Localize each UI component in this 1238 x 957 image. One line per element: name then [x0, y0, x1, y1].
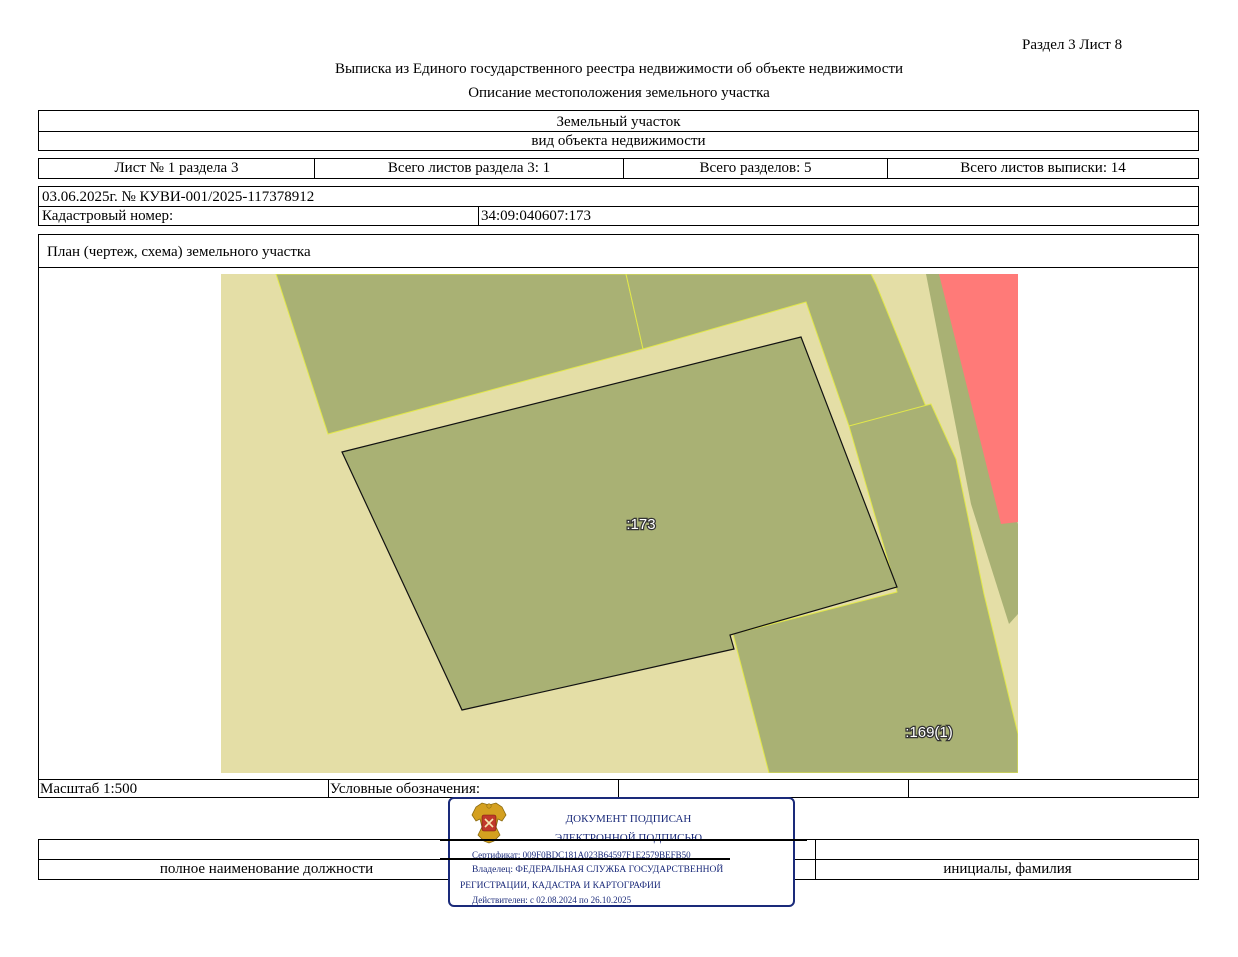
- label-parcel-169: :169(1): [905, 724, 953, 741]
- section-sheet-label: Раздел 3 Лист 8: [1022, 37, 1123, 53]
- position-caption: полное наименование должности: [159, 861, 374, 877]
- stamp-owner-line2: РЕГИСТРАЦИИ, КАДАСТРА И КАРТОГРАФИИ: [460, 881, 661, 891]
- object-type-block: Земельный участок вид объекта недвижимос…: [38, 110, 1199, 151]
- stamp-line1: ДОКУМЕНТ ПОДПИСАН: [565, 813, 692, 825]
- document-title: Выписка из Единого государственного реес…: [334, 61, 904, 77]
- label-parcel-173: :173: [626, 516, 655, 533]
- legend-cell-1: [619, 780, 909, 797]
- object-type: Земельный участок: [556, 114, 681, 130]
- document-subtitle: Описание местоположения земельного участ…: [468, 85, 770, 101]
- total-extract-sheets: Всего листов выписки: 14: [960, 160, 1126, 176]
- cadastral-map: :173 :169(1): [221, 274, 1018, 773]
- scale-legend-row: Масштаб 1:500 Условные обозначения:: [38, 779, 1199, 798]
- name-caption: инициалы, фамилия: [943, 861, 1072, 877]
- legend-cell-2: [909, 780, 1198, 797]
- sheets-row: Лист № 1 раздела 3 Всего листов раздела …: [38, 158, 1199, 179]
- cadastral-label: Кадастровый номер:: [42, 208, 174, 224]
- record-block: 03.06.2025г. № КУВИ-001/2025-117378912 К…: [38, 186, 1199, 226]
- legend-label: Условные обозначения:: [329, 780, 619, 797]
- object-type-caption: вид объекта недвижимости: [531, 133, 706, 149]
- scale: Масштаб 1:500: [39, 780, 329, 797]
- total-sections: Всего разделов: 5: [624, 159, 888, 178]
- sheet-of-section: Лист № 1 раздела 3: [39, 159, 315, 178]
- stamp-owner-line1: Владелец: ФЕДЕРАЛЬНАЯ СЛУЖБА ГОСУДАРСТВЕ…: [472, 865, 724, 875]
- e-signature-stamp: ДОКУМЕНТ ПОДПИСАН ЭЛЕКТРОННОЙ ПОДПИСЬЮ С…: [440, 797, 807, 907]
- total-section-sheets: Всего листов раздела 3: 1: [315, 159, 624, 178]
- stamp-validity: Действителен: с 02.08.2024 по 26.10.2025: [472, 895, 632, 905]
- stamp-line2: ЭЛЕКТРОННОЙ ПОДПИСЬЮ: [554, 832, 703, 844]
- plan-title: План (чертеж, схема) земельного участка: [47, 244, 311, 260]
- record-date-number: 03.06.2025г. № КУВИ-001/2025-117378912: [42, 189, 315, 205]
- cadastral-number: 34:09:040607:173: [481, 208, 592, 224]
